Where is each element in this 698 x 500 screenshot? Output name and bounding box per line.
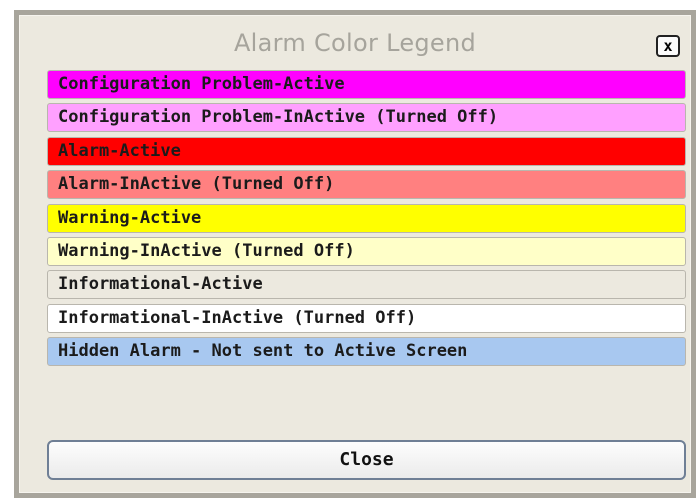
legend-row-config-problem-inactive: Configuration Problem-InActive (Turned O… bbox=[47, 103, 686, 133]
close-x-button[interactable]: x bbox=[656, 35, 680, 57]
legend-list: Configuration Problem-Active Configurati… bbox=[47, 70, 686, 371]
dialog-title: Alarm Color Legend bbox=[233, 29, 477, 57]
legend-row-config-problem-active: Configuration Problem-Active bbox=[47, 70, 686, 99]
legend-row-informational-inactive: Informational-InActive (Turned Off) bbox=[47, 303, 686, 333]
screen-background: Alarm Color Legend x Configuration Probl… bbox=[0, 0, 698, 500]
legend-row-alarm-inactive: Alarm-InActive (Turned Off) bbox=[47, 170, 686, 200]
legend-row-warning-inactive: Warning-InActive (Turned Off) bbox=[47, 236, 686, 266]
legend-row-warning-active: Warning-Active bbox=[47, 203, 686, 233]
legend-row-hidden-alarm: Hidden Alarm - Not sent to Active Screen bbox=[47, 337, 686, 367]
legend-row-alarm-active: Alarm-Active bbox=[47, 136, 686, 166]
legend-row-informational-active: Informational-Active bbox=[47, 270, 686, 300]
close-button[interactable]: Close bbox=[47, 440, 686, 480]
alarm-color-legend-dialog: Alarm Color Legend x Configuration Probl… bbox=[14, 10, 696, 498]
